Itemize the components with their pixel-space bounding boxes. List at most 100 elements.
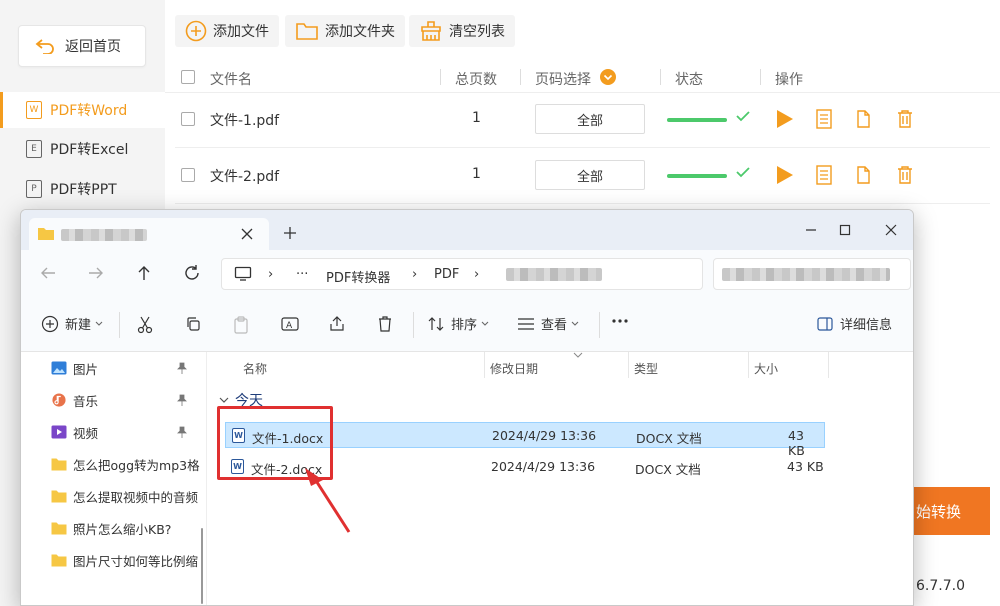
sidebar-item-pdf-to-excel[interactable]: E PDF转Excel	[0, 131, 165, 167]
file-type: DOCX 文档	[636, 431, 702, 446]
details-label: 详细信息	[840, 318, 893, 333]
document-icon[interactable]	[815, 108, 833, 130]
page-select-input[interactable]: 全部	[535, 104, 645, 134]
pin-icon	[177, 362, 187, 374]
rename-icon[interactable]: A	[281, 316, 299, 332]
check-icon	[736, 111, 750, 122]
delete-icon[interactable]	[377, 316, 393, 332]
file-size: 43 KB	[787, 459, 824, 474]
nav-item-pictures[interactable]: 图片	[51, 356, 201, 380]
details-pane-button[interactable]: 详细信息	[817, 314, 892, 333]
pin-icon	[177, 394, 187, 406]
back-arrow-icon[interactable]	[39, 264, 57, 282]
chevron-down-icon	[481, 321, 489, 326]
annotation-arrow	[305, 468, 351, 533]
progress-bar	[667, 118, 727, 122]
trash-icon[interactable]	[895, 164, 915, 186]
refresh-icon[interactable]	[183, 264, 201, 282]
chevron-down-icon	[219, 397, 229, 403]
nav-item-label: 怎么提取视频中的音频	[73, 489, 199, 505]
explorer-tab[interactable]	[29, 218, 269, 250]
add-circle-icon	[185, 20, 207, 42]
view-button[interactable]: 查看	[517, 314, 579, 333]
trash-icon[interactable]	[895, 108, 915, 130]
nav-item-folder[interactable]: 照片怎么缩小KB?	[51, 516, 201, 540]
paste-icon[interactable]	[233, 316, 249, 334]
cut-icon[interactable]	[137, 316, 153, 334]
open-folder-icon[interactable]	[855, 108, 875, 130]
forward-arrow-icon[interactable]	[87, 264, 105, 282]
details-pane-icon	[817, 316, 833, 331]
copy-icon[interactable]	[185, 316, 201, 332]
clear-list-button[interactable]: 清空列表	[409, 15, 515, 47]
nav-item-folder[interactable]: 怎么提取视频中的音频	[51, 484, 201, 508]
nav-item-folder[interactable]: 怎么把ogg转为mp3格	[51, 452, 201, 476]
maximize-icon	[839, 224, 851, 236]
back-home-button[interactable]: 返回首页	[18, 25, 146, 67]
sidebar-item-pdf-to-ppt[interactable]: P PDF转PPT	[0, 171, 165, 207]
close-window-button[interactable]	[873, 216, 909, 244]
file-modified: 2024/4/29 13:36	[491, 459, 596, 474]
new-button[interactable]: 新建	[41, 314, 103, 333]
document-icon[interactable]	[815, 164, 833, 186]
tab-title-redacted	[61, 229, 147, 241]
nav-item-label: 图片尺寸如何等比例缩	[73, 553, 199, 569]
page-select-input[interactable]: 全部	[535, 160, 645, 190]
nav-pane-scrollbar[interactable]	[201, 528, 203, 604]
nav-item-videos[interactable]: 视频	[51, 420, 201, 444]
minimize-icon	[806, 229, 816, 231]
add-file-label: 添加文件	[213, 24, 269, 40]
breadcrumb-more[interactable]: ···	[296, 267, 308, 282]
nav-item-label: 视频	[73, 425, 99, 441]
nav-item-folder[interactable]: 图片尺寸如何等比例缩	[51, 548, 201, 572]
explorer-command-bar: 新建 A 排序 查看 详细信息	[21, 298, 913, 352]
view-list-icon	[518, 317, 534, 330]
chevron-down-circle-icon[interactable]	[599, 68, 617, 86]
table-row[interactable]: 文件-1.pdf 1 全部	[175, 92, 990, 148]
select-all-checkbox[interactable]	[181, 70, 195, 84]
version-label: 6.7.7.0	[916, 578, 965, 594]
up-arrow-icon[interactable]	[135, 264, 153, 282]
col-modified[interactable]: 修改日期	[490, 360, 538, 377]
back-home-label: 返回首页	[65, 39, 121, 55]
col-type[interactable]: 类型	[634, 360, 658, 377]
close-tab-icon[interactable]	[241, 228, 253, 240]
address-bar[interactable]: › ··· PDF转换器 › PDF ›	[221, 258, 703, 290]
navigation-pane: 图片 音乐 视频 怎么把ogg转为mp3格 怎么提取视频中的音频 照片怎么缩小K…	[21, 352, 207, 605]
search-input[interactable]	[713, 258, 911, 290]
add-file-button[interactable]: 添加文件	[175, 15, 279, 47]
file-name: 文件-1.pdf	[210, 113, 280, 129]
nav-item-music[interactable]: 音乐	[51, 388, 201, 412]
start-convert-button[interactable]: 始转换	[906, 487, 990, 535]
explorer-tab-strip	[21, 210, 913, 250]
breadcrumb-item[interactable]: PDF	[434, 267, 459, 282]
play-icon[interactable]	[775, 164, 795, 186]
more-dots-icon	[612, 319, 628, 323]
col-name[interactable]: 名称	[243, 360, 267, 377]
file-type: DOCX 文档	[635, 462, 701, 477]
minimize-button[interactable]	[793, 216, 829, 244]
new-tab-icon[interactable]	[283, 226, 297, 240]
col-size[interactable]: 大小	[754, 360, 778, 377]
folder-icon	[296, 23, 318, 40]
add-folder-button[interactable]: 添加文件夹	[285, 15, 405, 47]
breadcrumb-item[interactable]: PDF转换器	[326, 267, 390, 286]
ppt-doc-icon: P	[26, 180, 42, 198]
row-checkbox[interactable]	[181, 168, 195, 182]
row-checkbox[interactable]	[181, 112, 195, 126]
sidebar-item-pdf-to-word[interactable]: W PDF转Word	[0, 92, 165, 128]
sort-label: 排序	[451, 318, 478, 333]
maximize-button[interactable]	[827, 216, 863, 244]
broom-icon	[421, 21, 441, 41]
chevron-right-icon: ›	[268, 267, 274, 282]
play-icon[interactable]	[775, 108, 795, 130]
sort-chevron-icon	[573, 352, 583, 358]
sort-button[interactable]: 排序	[427, 314, 489, 333]
plus-circle-icon	[41, 315, 59, 332]
table-row[interactable]: 文件-2.pdf 1 全部	[175, 148, 990, 204]
more-options-button[interactable]	[611, 318, 629, 324]
open-folder-icon[interactable]	[855, 164, 875, 186]
col-actions: 操作	[775, 72, 803, 88]
col-status: 状态	[675, 72, 703, 88]
share-icon[interactable]	[329, 316, 345, 332]
